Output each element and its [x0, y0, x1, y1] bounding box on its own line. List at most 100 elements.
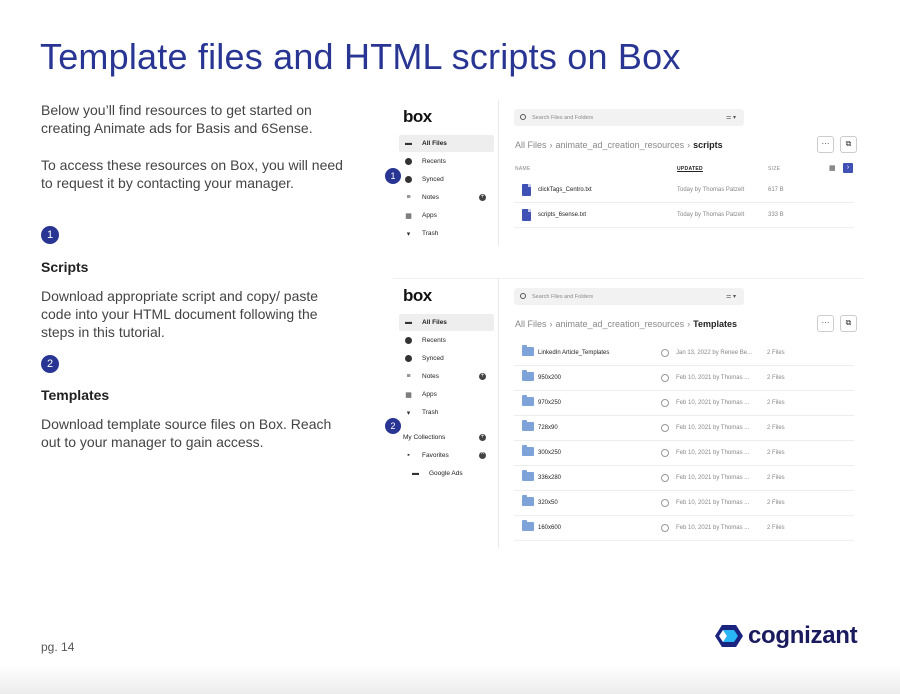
nav-notes[interactable]: ≡ Notes + [399, 368, 494, 385]
folder-name[interactable]: 160x600 [538, 525, 561, 531]
page-footer-shade [0, 666, 900, 694]
apps-grid-icon: ▦ [405, 212, 412, 220]
details-arrow-icon[interactable]: › [843, 163, 853, 173]
add-note-icon[interactable]: + [479, 373, 486, 380]
nav-label: All Files [422, 319, 447, 326]
nav-synced[interactable]: Synced [399, 171, 494, 188]
nav-google-ads[interactable]: ▬ Google Ads [399, 465, 494, 482]
search-input[interactable]: Search Files and Folders ⚌ ▾ [514, 109, 744, 126]
column-size[interactable]: SIZE [768, 166, 780, 172]
filter-icon[interactable]: ⚌ ▾ [726, 293, 736, 300]
breadcrumb-current: Templates [693, 319, 737, 329]
check-circle-icon [404, 175, 413, 184]
file-name[interactable]: scripts_6sense.txt [538, 212, 586, 218]
folder-row[interactable]: 950x200 Feb 10, 2021 by Thomas ... 2 Files [514, 366, 854, 391]
step-2-body: Download template source files on Box. R… [41, 416, 332, 450]
folder-row[interactable]: 320x50 Feb 10, 2021 by Thomas ... 2 Files [514, 491, 854, 516]
file-name[interactable]: clickTags_Centro.txt [538, 187, 592, 193]
page-number: pg. 14 [41, 640, 75, 654]
folder-name[interactable]: 300x250 [538, 450, 561, 456]
more-options-button[interactable]: ··· [817, 315, 834, 332]
add-note-icon[interactable]: + [479, 194, 486, 201]
folder-size: 2 Files [767, 500, 785, 506]
cognizant-logo: cognizant [714, 622, 858, 650]
file-row[interactable]: scripts_6sense.txt Today by Thomas Patze… [514, 203, 854, 228]
shared-icon [661, 424, 669, 432]
nav-recents[interactable]: Recents [399, 153, 494, 170]
grid-view-icon[interactable]: ▦ [829, 164, 836, 172]
notes-icon: ≡ [406, 373, 411, 380]
folder-name[interactable]: 320x50 [538, 500, 558, 506]
new-item-button[interactable]: ⧉ [840, 315, 857, 332]
folder-icon: ▬ [405, 140, 412, 147]
collapse-icon[interactable]: ^ [479, 452, 486, 459]
check-circle-icon [404, 354, 413, 363]
chevron-right-icon: › [687, 319, 691, 329]
folder-updated: Feb 10, 2021 by Thomas ... [676, 400, 750, 406]
nav-all-files[interactable]: ▬ All Files [399, 135, 494, 152]
folder-row[interactable]: 300x250 Feb 10, 2021 by Thomas ... 2 Files [514, 441, 854, 466]
folder-name[interactable]: 728x90 [538, 425, 558, 431]
breadcrumb: All Files › animate_ad_creation_resources ›… [515, 319, 737, 329]
nav-apps[interactable]: ▦ Apps [399, 386, 494, 403]
folder-name[interactable]: 950x200 [538, 375, 561, 381]
file-row[interactable]: clickTags_Centro.txt Today by Thomas Pat… [514, 178, 854, 203]
nav-recents[interactable]: Recents [399, 332, 494, 349]
add-collection-icon[interactable]: + [479, 434, 486, 441]
search-input[interactable]: Search Files and Folders ⚌ ▾ [514, 288, 744, 305]
folder-icon [522, 370, 534, 381]
nav-favorites[interactable]: ▪ Favorites ^ [399, 447, 494, 464]
nav-apps[interactable]: ▦ Apps [399, 207, 494, 224]
folder-icon [522, 395, 534, 406]
favorites-icon: ▪ [407, 452, 410, 459]
folder-name[interactable]: 970x250 [538, 400, 561, 406]
folder-updated: Feb 10, 2021 by Thomas ... [676, 500, 750, 506]
nav-label: Favorites [422, 452, 449, 459]
nav-notes[interactable]: ≡ Notes + [399, 189, 494, 206]
nav-trash[interactable]: ▾ Trash [399, 225, 494, 242]
nav-synced[interactable]: Synced [399, 350, 494, 367]
shared-icon [661, 449, 669, 457]
search-placeholder: Search Files and Folders [532, 293, 594, 300]
nav-my-collections[interactable]: My Collections + [399, 429, 494, 446]
nav-all-files[interactable]: ▬ All Files [399, 314, 494, 331]
folder-name[interactable]: LinkedIn Article_Templates [538, 350, 609, 356]
file-updated: Today by Thomas Patzelt [677, 212, 745, 218]
step-1-heading: Scripts [41, 259, 89, 275]
filter-icon[interactable]: ⚌ ▾ [726, 114, 736, 121]
folder-row[interactable]: 728x90 Feb 10, 2021 by Thomas ... 2 Files [514, 416, 854, 441]
nav-label: Apps [422, 391, 437, 398]
file-size: 333 B [768, 212, 784, 218]
step-2-overlay-badge: 2 [385, 418, 401, 434]
more-options-button[interactable]: ··· [817, 136, 834, 153]
breadcrumb: All Files › animate_ad_creation_resources ›… [515, 140, 723, 150]
step-2-badge: 2 [41, 355, 59, 373]
folder-name[interactable]: 336x280 [538, 475, 561, 481]
folder-row[interactable]: 970x250 Feb 10, 2021 by Thomas ... 2 Files [514, 391, 854, 416]
column-name[interactable]: NAME [515, 166, 531, 172]
nav-label: Google Ads [429, 470, 463, 477]
search-placeholder: Search Files and Folders [532, 114, 594, 121]
trash-icon: ▾ [406, 230, 411, 238]
step-1-overlay-badge: 1 [385, 168, 401, 184]
nav-trash[interactable]: ▾ Trash [399, 404, 494, 421]
notes-icon: ≡ [406, 194, 411, 201]
folder-icon [522, 445, 534, 456]
column-updated[interactable]: UPDATED [677, 166, 703, 172]
nav-label: Recents [422, 158, 446, 165]
folder-size: 2 Files [767, 375, 785, 381]
folder-row[interactable]: 160x600 Feb 10, 2021 by Thomas ... 2 Files [514, 516, 854, 541]
folder-row[interactable]: 336x280 Feb 10, 2021 by Thomas ... 2 Files [514, 466, 854, 491]
shared-icon [661, 474, 669, 482]
breadcrumb-root[interactable]: All Files [515, 140, 547, 150]
access-paragraph: To access these resources on Box, you wi… [41, 157, 343, 191]
folder-row[interactable]: LinkedIn Article_Templates Jan 13, 2022 b… [514, 341, 854, 366]
folder-icon [522, 345, 534, 356]
breadcrumb-root[interactable]: All Files [515, 319, 547, 329]
breadcrumb-folder[interactable]: animate_ad_creation_resources [556, 319, 685, 329]
folder-icon [522, 420, 534, 431]
new-item-button[interactable]: ⧉ [840, 136, 857, 153]
folder-icon [522, 470, 534, 481]
apps-grid-icon: ▦ [405, 391, 412, 399]
breadcrumb-folder[interactable]: animate_ad_creation_resources [556, 140, 685, 150]
